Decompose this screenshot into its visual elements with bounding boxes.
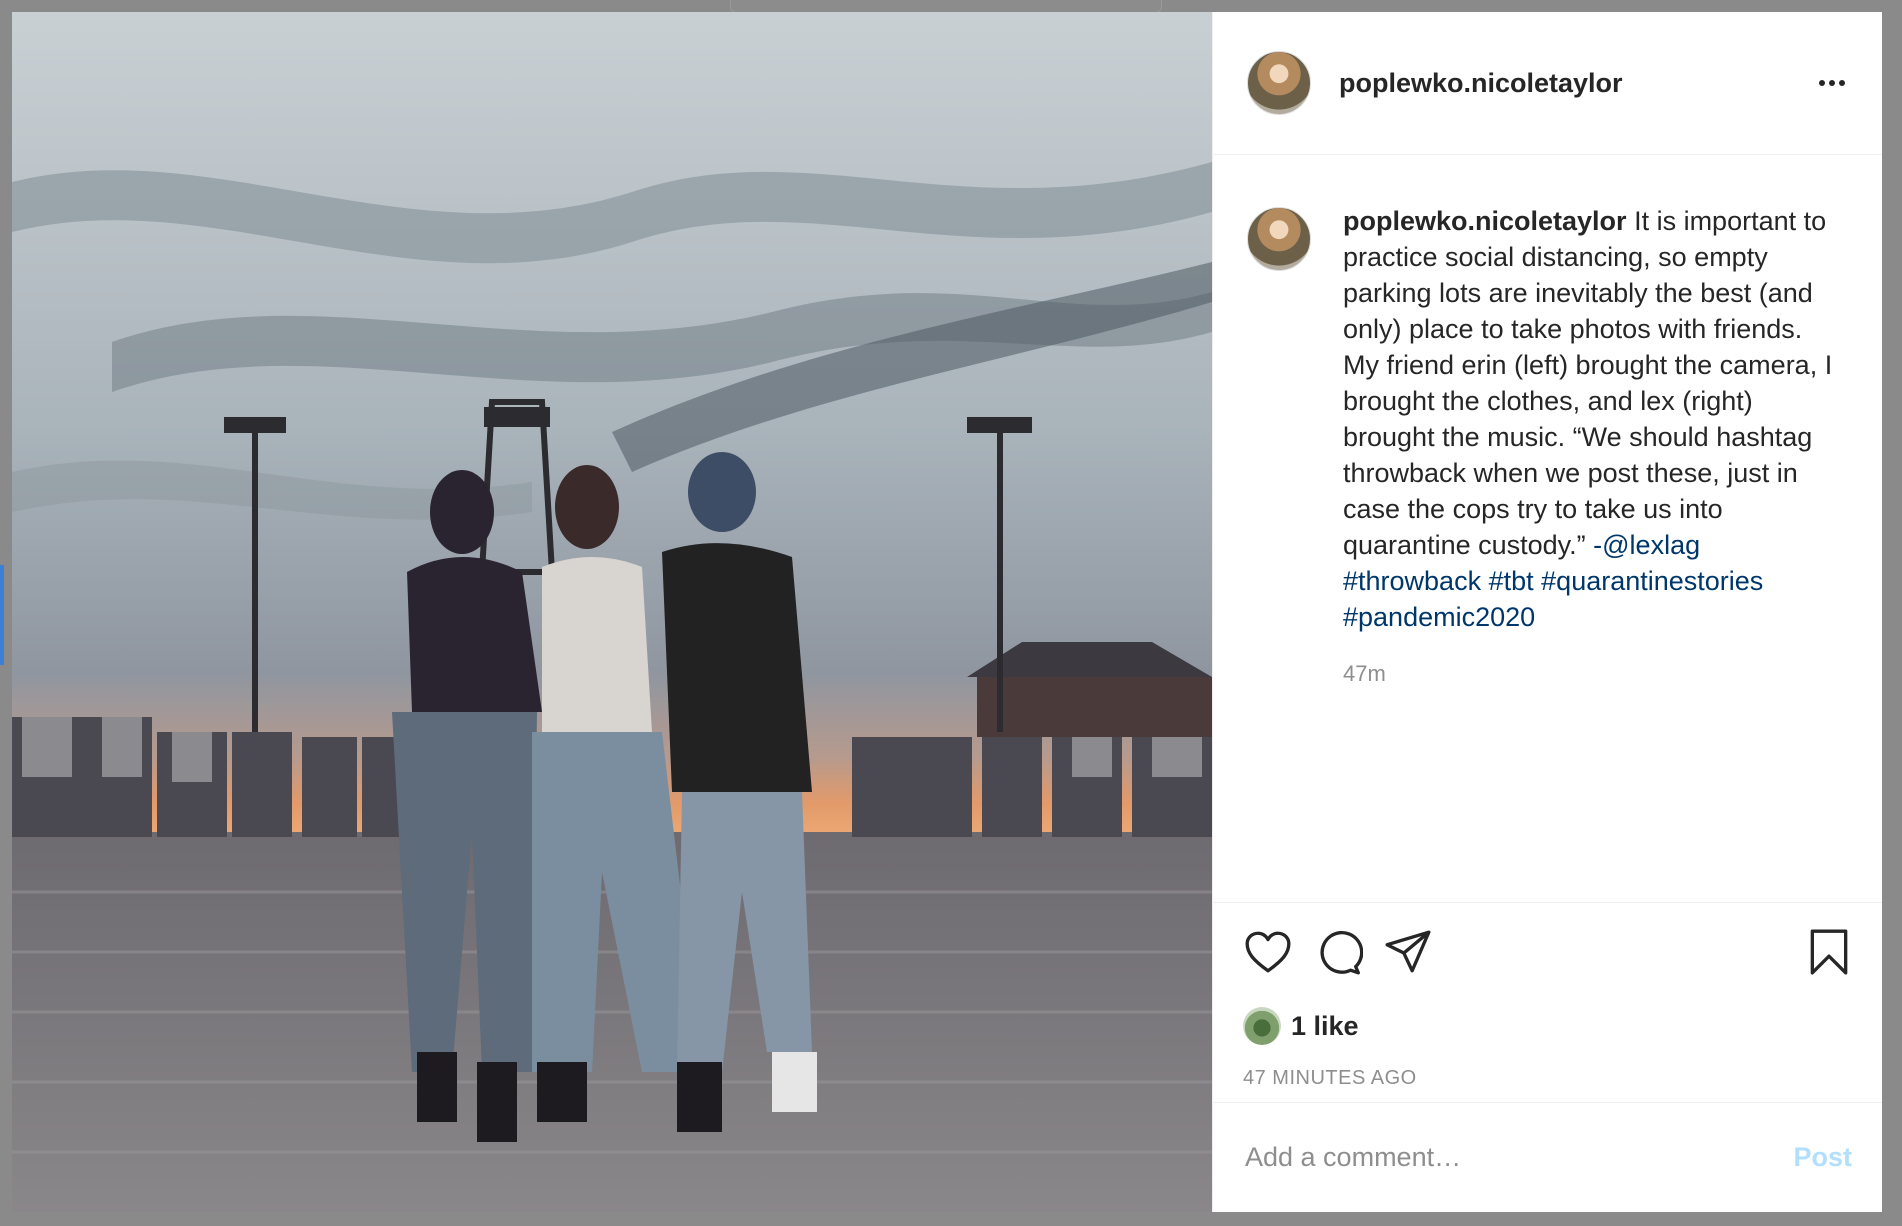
- comment-icon[interactable]: [1313, 927, 1363, 977]
- hashtag-link[interactable]: #pandemic2020: [1343, 602, 1535, 632]
- likes-count[interactable]: 1 like: [1291, 1011, 1359, 1042]
- dot: [1819, 80, 1825, 86]
- liker-avatar[interactable]: [1243, 1007, 1281, 1045]
- author-avatar[interactable]: [1247, 51, 1311, 115]
- hashtag-link[interactable]: #quarantinestories: [1541, 566, 1763, 596]
- caption: poplewko.nicoletaylor It is important to…: [1247, 203, 1852, 687]
- post-side-panel: poplewko.nicoletaylor poplewko.nicoletay…: [1212, 12, 1882, 1212]
- post-comment-button[interactable]: Post: [1793, 1142, 1852, 1173]
- mention-link[interactable]: -@lexlag: [1593, 530, 1700, 560]
- bookmark-icon[interactable]: [1804, 927, 1854, 977]
- post-photo[interactable]: [12, 12, 1212, 1212]
- caption-timestamp[interactable]: 47m: [1343, 661, 1843, 687]
- hashtag-link[interactable]: #tbt: [1489, 566, 1534, 596]
- comment-bar: Post: [1213, 1102, 1882, 1212]
- comment-input[interactable]: [1243, 1141, 1794, 1174]
- likes-row: 1 like: [1213, 1001, 1882, 1051]
- caption-message: It is important to practice social dista…: [1343, 206, 1833, 560]
- dot: [1839, 80, 1845, 86]
- caption-author-avatar[interactable]: [1247, 207, 1311, 271]
- comments-area: poplewko.nicoletaylor It is important to…: [1213, 155, 1882, 903]
- action-bar: [1213, 903, 1882, 1001]
- post-header: poplewko.nicoletaylor: [1213, 12, 1882, 155]
- heart-icon[interactable]: [1243, 927, 1293, 977]
- caption-text: poplewko.nicoletaylor It is important to…: [1343, 203, 1843, 635]
- author-username[interactable]: poplewko.nicoletaylor: [1339, 68, 1623, 99]
- dot: [1829, 80, 1835, 86]
- background-accent: [0, 565, 4, 665]
- caption-body: poplewko.nicoletaylor It is important to…: [1343, 203, 1843, 687]
- more-options-icon[interactable]: [1812, 68, 1852, 98]
- post-modal: poplewko.nicoletaylor poplewko.nicoletay…: [12, 12, 1882, 1212]
- send-icon[interactable]: [1383, 927, 1433, 977]
- caption-username[interactable]: poplewko.nicoletaylor: [1343, 206, 1627, 236]
- post-image: [12, 12, 1212, 1212]
- hashtag-link[interactable]: #throwback: [1343, 566, 1481, 596]
